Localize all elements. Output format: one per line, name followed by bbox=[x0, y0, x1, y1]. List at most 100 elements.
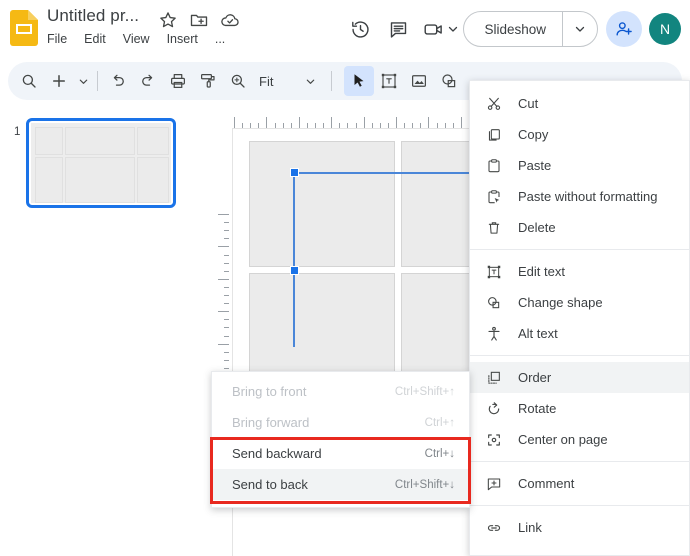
image-icon bbox=[412, 75, 427, 87]
google-slides-logo bbox=[10, 10, 38, 46]
menu-item-delete[interactable]: Delete bbox=[470, 212, 689, 243]
paint-format-icon bbox=[201, 74, 215, 88]
menu-item-link[interactable]: Link bbox=[470, 512, 689, 543]
menu-item-label: Alt text bbox=[518, 326, 558, 341]
ruler-tick bbox=[224, 335, 229, 337]
ruler-tick bbox=[224, 367, 229, 369]
text-box-tool[interactable] bbox=[374, 66, 404, 96]
menu-item-label: Link bbox=[518, 520, 542, 535]
ruler-tick bbox=[396, 117, 397, 128]
submenu-item-bring-forward[interactable]: Bring forward Ctrl+↑ bbox=[212, 407, 469, 438]
menu-item-comment[interactable]: Comment C bbox=[470, 468, 689, 499]
menu-item-file[interactable]: File bbox=[47, 32, 67, 46]
avatar[interactable]: N bbox=[649, 13, 681, 45]
scissors-icon bbox=[484, 94, 504, 114]
document-title[interactable]: Untitled pr... bbox=[47, 6, 139, 26]
order-icon bbox=[484, 368, 504, 388]
ruler-tick bbox=[224, 359, 229, 361]
shape-placeholder[interactable] bbox=[249, 141, 395, 267]
menu-item-center-on-page[interactable]: Center on page bbox=[470, 424, 689, 455]
ruler-tick bbox=[460, 117, 462, 128]
version-history-button[interactable] bbox=[341, 10, 379, 48]
new-slide-dropdown[interactable] bbox=[74, 66, 92, 96]
add-comment-icon bbox=[484, 474, 504, 494]
clipboard-cursor-icon bbox=[484, 187, 504, 207]
zoom-level-dropdown[interactable] bbox=[301, 66, 319, 96]
menu-item-edit-text[interactable]: Edit text bbox=[470, 256, 689, 287]
zoom-level-label[interactable]: Fit bbox=[253, 74, 279, 89]
chevron-down-icon[interactable] bbox=[447, 23, 459, 35]
resize-handle-bottom-left[interactable] bbox=[290, 266, 299, 275]
menu-item-label: Paste bbox=[518, 158, 552, 173]
text-box-icon bbox=[382, 73, 397, 89]
thumb-placeholder bbox=[65, 127, 135, 155]
chevron-down-icon bbox=[79, 79, 87, 84]
share-button[interactable] bbox=[606, 11, 642, 47]
submenu-item-label: Send backward bbox=[232, 446, 322, 461]
thumb-placeholder bbox=[137, 157, 169, 203]
insert-image-tool[interactable] bbox=[404, 66, 434, 96]
undo-button[interactable] bbox=[103, 66, 133, 96]
slideshow-button-group[interactable]: Slideshow bbox=[463, 11, 598, 47]
ruler-tick bbox=[224, 238, 229, 240]
menu-item-view[interactable]: View bbox=[123, 32, 150, 46]
menu-item-paste[interactable]: Paste bbox=[470, 150, 689, 181]
ruler-tick bbox=[224, 222, 229, 224]
center-on-page-icon bbox=[484, 430, 504, 450]
meet-button-group[interactable] bbox=[423, 18, 459, 41]
order-submenu[interactable]: Bring to front Ctrl+Shift+↑ Bring forwar… bbox=[211, 371, 470, 508]
menu-item-insert[interactable]: Insert bbox=[167, 32, 198, 46]
submenu-item-shortcut: Ctrl+↓ bbox=[424, 447, 455, 460]
add-person-icon bbox=[616, 22, 632, 36]
slide-thumbnail-content bbox=[31, 123, 171, 203]
submenu-item-send-to-back[interactable]: Send to back Ctrl+Shift+↓ bbox=[212, 469, 469, 500]
slideshow-button[interactable]: Slideshow bbox=[464, 22, 562, 37]
slideshow-dropdown-button[interactable] bbox=[563, 23, 597, 35]
edit-text-icon bbox=[484, 262, 504, 282]
divider bbox=[331, 71, 333, 91]
paint-format-button[interactable] bbox=[193, 66, 223, 96]
menu-item-label: Paste without formatting bbox=[518, 189, 658, 204]
link-icon bbox=[484, 518, 504, 538]
menu-divider bbox=[470, 355, 689, 356]
submenu-item-send-backward[interactable]: Send backward Ctrl+↓ bbox=[212, 438, 469, 469]
search-icon bbox=[22, 74, 36, 88]
menu-item-alt-text[interactable]: Alt text bbox=[470, 318, 689, 349]
search-button[interactable] bbox=[14, 66, 44, 96]
move-to-folder-icon[interactable] bbox=[189, 10, 209, 30]
chevron-down-icon bbox=[575, 26, 585, 32]
menu-item-copy[interactable]: Copy bbox=[470, 119, 689, 150]
menu-item-edit[interactable]: Edit bbox=[84, 32, 106, 46]
ruler-tick bbox=[298, 117, 300, 128]
print-button[interactable] bbox=[163, 66, 193, 96]
menu-item-paste-without-formatting[interactable]: Paste without formatting Ct bbox=[470, 181, 689, 212]
context-menu[interactable]: Cut Copy Paste Paste without formatting … bbox=[469, 80, 690, 556]
menu-item-more[interactable]: ... bbox=[215, 32, 225, 46]
submenu-item-shortcut: Ctrl+↑ bbox=[424, 416, 455, 429]
ruler-tick bbox=[218, 278, 229, 280]
menu-divider bbox=[470, 249, 689, 250]
submenu-item-bring-to-front[interactable]: Bring to front Ctrl+Shift+↑ bbox=[212, 376, 469, 407]
menu-item-cut[interactable]: Cut bbox=[470, 88, 689, 119]
menu-item-label: Comment bbox=[518, 476, 575, 491]
redo-button[interactable] bbox=[133, 66, 163, 96]
comment-button[interactable] bbox=[379, 10, 417, 48]
menu-item-change-shape[interactable]: Change shape bbox=[470, 287, 689, 318]
ruler-tick bbox=[234, 117, 235, 128]
menu-item-order[interactable]: Order bbox=[470, 362, 689, 393]
zoom-button[interactable] bbox=[223, 66, 253, 96]
select-tool[interactable] bbox=[344, 66, 375, 96]
menu-item-rotate[interactable]: Rotate bbox=[470, 393, 689, 424]
ruler-tick bbox=[224, 295, 229, 296]
cloud-saved-icon[interactable] bbox=[220, 10, 240, 30]
redo-icon bbox=[142, 74, 153, 86]
resize-handle-top-left[interactable] bbox=[290, 168, 299, 177]
slide-thumbnail-1[interactable] bbox=[26, 118, 176, 208]
submenu-item-label: Bring forward bbox=[232, 415, 310, 430]
ruler-tick bbox=[224, 262, 229, 264]
video-camera-icon[interactable] bbox=[423, 18, 446, 41]
star-icon[interactable] bbox=[158, 10, 178, 30]
shape-tool[interactable] bbox=[434, 66, 464, 96]
menu-item-label: Order bbox=[518, 370, 552, 385]
new-slide-button[interactable] bbox=[44, 66, 74, 96]
